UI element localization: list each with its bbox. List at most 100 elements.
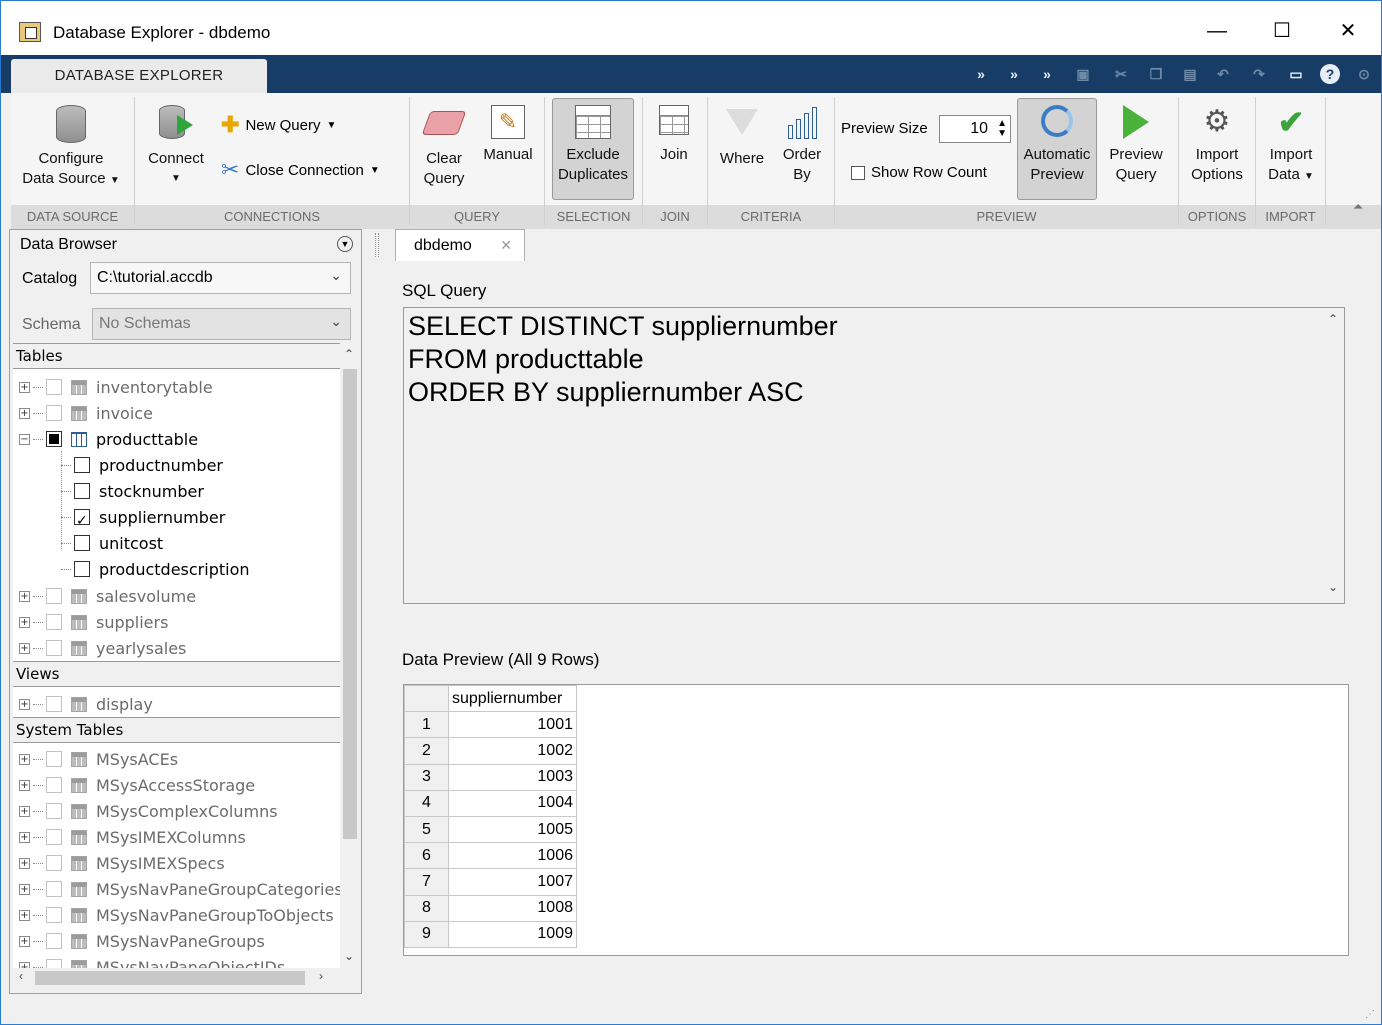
- tree-item-column[interactable]: unitcost: [61, 530, 163, 556]
- close-tab-icon[interactable]: ✕: [500, 237, 512, 254]
- expand-icon[interactable]: +: [19, 616, 30, 628]
- expand-icon[interactable]: +: [19, 590, 30, 602]
- expand-icon[interactable]: +: [19, 698, 30, 710]
- tree-item-column[interactable]: stocknumber: [61, 478, 204, 504]
- scroll-left-icon[interactable]: ‹: [19, 969, 23, 983]
- tree-item-system-table[interactable]: + MSysIMEXColumns: [13, 824, 246, 850]
- checkbox-icon[interactable]: [46, 379, 62, 395]
- checkbox-icon[interactable]: [74, 457, 90, 473]
- scroll-thumb[interactable]: [35, 971, 305, 985]
- import-options-button[interactable]: ⚙ Import Options: [1184, 105, 1250, 185]
- expand-icon[interactable]: +: [19, 857, 30, 869]
- tree-item-view[interactable]: + display: [13, 691, 153, 717]
- close-icon[interactable]: ✕: [1325, 11, 1371, 51]
- copy-icon[interactable]: ❐: [1144, 62, 1168, 86]
- tree-item-table-selected[interactable]: − producttable: [13, 426, 198, 452]
- tree-item-system-table[interactable]: + MSysIMEXSpecs: [13, 850, 225, 876]
- collapse-icon[interactable]: −: [19, 433, 30, 445]
- help-icon[interactable]: ?: [1318, 62, 1342, 86]
- expand-icon[interactable]: +: [19, 753, 30, 765]
- tree-item-table[interactable]: + invoice: [13, 400, 153, 426]
- checkbox-icon[interactable]: [46, 696, 62, 712]
- expand-icon[interactable]: +: [19, 642, 30, 654]
- redo-icon[interactable]: ↷: [1247, 62, 1271, 86]
- checkbox-icon[interactable]: [46, 588, 62, 604]
- checkbox-icon[interactable]: [46, 829, 62, 845]
- schema-dropdown[interactable]: No Schemas ⌄: [92, 308, 351, 340]
- order-by-button[interactable]: Order By: [777, 105, 827, 185]
- catalog-dropdown[interactable]: C:\tutorial.accdb ⌄: [90, 262, 351, 294]
- resize-grip-icon[interactable]: ⋰: [1365, 1009, 1375, 1020]
- expand-icon[interactable]: +: [19, 883, 30, 895]
- sql-text[interactable]: SELECT DISTINCT suppliernumber FROM prod…: [408, 310, 838, 409]
- clear-query-button[interactable]: Clear Query: [417, 105, 471, 189]
- expand-icon[interactable]: +: [19, 935, 30, 947]
- layout-icon[interactable]: ▭: [1284, 62, 1308, 86]
- tree-item-system-table[interactable]: + MSysNavPaneGroups: [13, 928, 265, 954]
- scroll-up-icon[interactable]: ⌃: [1328, 312, 1338, 326]
- cut-icon[interactable]: ✂: [1109, 62, 1133, 86]
- quick-access-icon[interactable]: »: [1035, 62, 1059, 86]
- options-circle-icon[interactable]: ⊙: [1352, 62, 1376, 86]
- tree-item-system-table[interactable]: + MSysACEs: [13, 746, 178, 772]
- import-data-button[interactable]: ✔ Import Data ▼: [1259, 105, 1323, 187]
- tree-item-system-table[interactable]: + MSysComplexColumns: [13, 798, 278, 824]
- column-header[interactable]: suppliernumber: [448, 684, 577, 713]
- scroll-thumb[interactable]: [343, 369, 357, 839]
- tree-vertical-scrollbar[interactable]: ⌃ ⌄: [340, 343, 360, 977]
- paste-icon[interactable]: ▤: [1178, 62, 1202, 86]
- checkbox-icon[interactable]: [46, 640, 62, 656]
- save-icon[interactable]: ▣: [1071, 62, 1095, 86]
- automatic-preview-button[interactable]: Automatic Preview: [1017, 105, 1097, 185]
- partial-checkbox-icon[interactable]: [46, 431, 62, 447]
- collapse-toolstrip-icon[interactable]: ⏶: [1353, 199, 1363, 215]
- tab-dbdemo[interactable]: dbdemo ✕: [395, 229, 525, 261]
- preview-size-spinner[interactable]: 10 ▲ ▼: [939, 115, 1011, 143]
- checkbox-icon[interactable]: [851, 165, 865, 180]
- tree-item-column[interactable]: productnumber: [61, 452, 223, 478]
- spinner-arrows-icon[interactable]: ▲ ▼: [997, 119, 1007, 139]
- close-connection-button[interactable]: ✂ Close Connection ▼: [221, 159, 380, 181]
- sql-query-editor[interactable]: SELECT DISTINCT suppliernumber FROM prod…: [403, 307, 1345, 604]
- expand-icon[interactable]: +: [19, 805, 30, 817]
- checkbox-icon[interactable]: [46, 803, 62, 819]
- checked-checkbox-icon[interactable]: [74, 509, 90, 525]
- checkbox-icon[interactable]: [46, 751, 62, 767]
- checkbox-icon[interactable]: [46, 777, 62, 793]
- tree-item-column[interactable]: productdescription: [61, 556, 250, 582]
- panel-menu-icon[interactable]: ▼: [337, 236, 353, 252]
- checkbox-icon[interactable]: [46, 614, 62, 630]
- expand-icon[interactable]: +: [19, 909, 30, 921]
- checkbox-icon[interactable]: [46, 907, 62, 923]
- expand-icon[interactable]: +: [19, 831, 30, 843]
- expand-icon[interactable]: +: [19, 407, 30, 419]
- show-row-count-checkbox[interactable]: Show Row Count: [851, 164, 987, 181]
- tree-item-table[interactable]: + suppliers: [13, 609, 168, 635]
- tree-item-system-table[interactable]: + MSysNavPaneGroupCategories: [13, 876, 340, 902]
- checkbox-icon[interactable]: [74, 483, 90, 499]
- scroll-down-icon[interactable]: ⌄: [344, 949, 354, 963]
- manual-button[interactable]: ✎ Manual: [478, 105, 538, 165]
- maximize-icon[interactable]: ☐: [1259, 11, 1305, 51]
- scroll-up-icon[interactable]: ⌃: [344, 347, 354, 361]
- tree-item-table[interactable]: + yearlysales: [13, 635, 186, 661]
- quick-access-icon[interactable]: »: [1002, 62, 1026, 86]
- quick-access-icon[interactable]: »: [969, 62, 993, 86]
- expand-icon[interactable]: +: [19, 381, 30, 393]
- where-button[interactable]: Where: [713, 105, 771, 169]
- checkbox-icon[interactable]: [46, 405, 62, 421]
- preview-query-button[interactable]: Preview Query: [1101, 105, 1171, 185]
- minimize-icon[interactable]: —: [1194, 11, 1240, 51]
- tree-item-table[interactable]: + salesvolume: [13, 583, 196, 609]
- join-button[interactable]: Join: [649, 105, 699, 165]
- configure-data-source-button[interactable]: Configure Data Source ▼: [15, 105, 127, 191]
- connect-button[interactable]: Connect ▼: [141, 105, 211, 189]
- checkbox-icon[interactable]: [46, 855, 62, 871]
- checkbox-icon[interactable]: [46, 881, 62, 897]
- expand-icon[interactable]: +: [19, 779, 30, 791]
- tab-database-explorer[interactable]: DATABASE EXPLORER: [11, 59, 267, 93]
- undo-icon[interactable]: ↶: [1211, 62, 1235, 86]
- tree-item-system-table[interactable]: + MSysNavPaneGroupToObjects: [13, 902, 334, 928]
- drag-grip-icon[interactable]: [375, 233, 379, 257]
- new-query-button[interactable]: ✚ New Query ▼: [221, 114, 336, 136]
